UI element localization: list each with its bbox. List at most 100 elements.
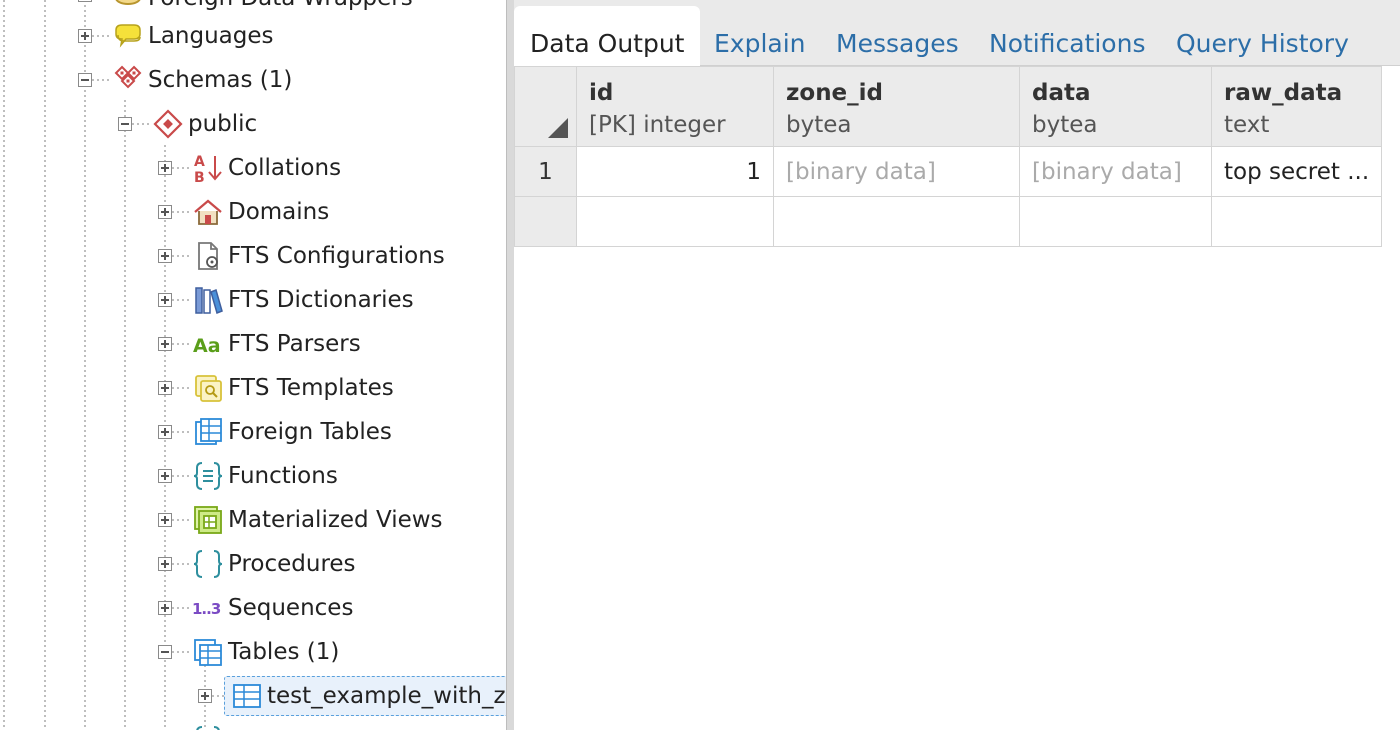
fts-parser-icon: Aa <box>192 328 224 360</box>
tree-item-functions[interactable]: Functions <box>192 456 338 496</box>
cell-empty[interactable] <box>1210 196 1383 247</box>
query-results-panel: Data Output Explain Messages Notificatio… <box>514 0 1400 730</box>
column-header-zone-id[interactable]: zone_id bytea <box>773 66 1020 147</box>
tree-item-materialized-views[interactable]: Materialized Views <box>192 500 443 540</box>
tree-item-public[interactable]: public <box>152 104 257 144</box>
expand-foreign-tables[interactable] <box>158 425 172 439</box>
tree-item-label: Schemas (1) <box>148 67 293 93</box>
panel-splitter[interactable] <box>506 0 514 730</box>
tab-data-output[interactable]: Data Output <box>514 6 701 66</box>
expand-functions[interactable] <box>158 469 172 483</box>
collapse-public[interactable] <box>118 117 132 131</box>
expand-fts-parsers[interactable] <box>158 337 172 351</box>
cell-zone-id[interactable]: [binary data] <box>773 146 1020 197</box>
tree-item-fts-templates[interactable]: FTS Templates <box>192 368 394 408</box>
tree-item-domains[interactable]: Domains <box>192 192 329 232</box>
domain-icon <box>192 196 224 228</box>
cell-empty[interactable] <box>576 196 774 247</box>
schema-icon <box>152 108 184 140</box>
expand-fts-configurations[interactable] <box>158 249 172 263</box>
table-row-empty <box>514 196 1383 247</box>
column-type: bytea <box>786 112 852 138</box>
language-icon <box>112 20 144 52</box>
tree-item-label: Tables (1) <box>228 639 340 665</box>
expand-foreign-data-wrappers[interactable] <box>78 0 92 2</box>
tree-item-fts-configurations[interactable]: FTS Configurations <box>192 236 445 276</box>
tree-item-label: Sequences <box>228 595 354 621</box>
cell-empty[interactable] <box>1019 196 1212 247</box>
sequence-icon: 1..3 <box>192 592 224 624</box>
tree-item-label: FTS Templates <box>228 375 394 401</box>
cell-empty[interactable] <box>773 196 1020 247</box>
cell-id[interactable]: 1 <box>576 146 774 197</box>
svg-text:A: A <box>194 154 205 170</box>
svg-text:B: B <box>194 170 205 184</box>
foreign-data-wrapper-icon <box>112 0 144 14</box>
tree-item-label: Functions <box>228 463 338 489</box>
collapse-schemas[interactable] <box>78 73 92 87</box>
expand-sequences[interactable] <box>158 601 172 615</box>
fts-template-icon <box>192 372 224 404</box>
cell-raw-data[interactable]: top secret ... <box>1210 146 1383 197</box>
schemas-icon <box>112 64 144 96</box>
tree-item-label: FTS Parsers <box>228 331 361 357</box>
tree-item-test-table[interactable]: test_example_with_zc <box>224 676 506 716</box>
cell-data[interactable]: [binary data] <box>1019 146 1212 197</box>
function-icon <box>192 460 224 492</box>
tree-item-label: test_example_with_zc <box>267 683 506 709</box>
foreign-table-icon <box>192 416 224 448</box>
tree-item-label: Languages <box>148 23 274 49</box>
tab-notifications[interactable]: Notifications <box>989 6 1145 66</box>
column-header-data[interactable]: data bytea <box>1019 66 1212 147</box>
tree-item-foreign-tables[interactable]: Foreign Tables <box>192 412 392 452</box>
tree-item-label: Domains <box>228 199 330 225</box>
tree-item-label: Collations <box>228 155 342 181</box>
tree-item-fts-parsers[interactable]: Aa FTS Parsers <box>192 324 361 364</box>
table-row: 1 1 [binary data] [binary data] top secr… <box>514 146 1383 197</box>
collation-icon: A B <box>192 152 224 184</box>
tab-explain[interactable]: Explain <box>714 6 806 66</box>
tree-item-schemas[interactable]: Schemas (1) <box>112 60 292 100</box>
expand-procedures[interactable] <box>158 557 172 571</box>
tree-item-procedures[interactable]: Procedures <box>192 544 356 584</box>
expand-fts-dictionaries[interactable] <box>158 293 172 307</box>
svg-text:Aa: Aa <box>193 335 221 357</box>
tree-item-label: public <box>188 111 258 137</box>
tree-item-label: Foreign Tables <box>228 419 392 445</box>
expand-test-table[interactable] <box>198 689 212 703</box>
column-header-id[interactable]: id [PK] integer <box>576 66 774 147</box>
browser-tree-panel: Foreign Data Wrappers Languages Schemas … <box>0 0 506 730</box>
column-name: id <box>589 80 614 106</box>
tree-item-fts-dictionaries[interactable]: FTS Dictionaries <box>192 280 414 320</box>
tree-item-sequences[interactable]: 1..3 Sequences <box>192 588 353 628</box>
tree-item-languages[interactable]: Languages <box>112 16 274 56</box>
tree-item-collations[interactable]: A B Collations <box>192 148 341 188</box>
fts-dictionary-icon <box>192 284 224 316</box>
results-tab-bar: Data Output Explain Messages Notificatio… <box>514 0 1400 66</box>
expand-collations[interactable] <box>158 161 172 175</box>
materialized-view-icon <box>192 504 224 536</box>
tree-item-tables[interactable]: Tables (1) <box>192 632 339 672</box>
trigger-function-icon <box>192 724 224 730</box>
expand-domains[interactable] <box>158 205 172 219</box>
tab-messages[interactable]: Messages <box>836 6 959 66</box>
row-number[interactable]: 1 <box>514 146 577 197</box>
expand-languages[interactable] <box>78 29 92 43</box>
tree-item-label: Procedures <box>228 551 356 577</box>
svg-text:1..3: 1..3 <box>192 600 221 618</box>
select-all-corner[interactable] <box>514 66 577 147</box>
column-type: text <box>1224 112 1270 138</box>
tree-item-label: Foreign Data Wrappers <box>148 0 413 11</box>
tree-item-label: FTS Dictionaries <box>228 287 414 313</box>
expand-materialized-views[interactable] <box>158 513 172 527</box>
column-name: raw_data <box>1224 80 1343 106</box>
row-number-empty[interactable] <box>514 196 577 247</box>
collapse-tables[interactable] <box>158 645 172 659</box>
tables-icon <box>192 636 224 668</box>
expand-fts-templates[interactable] <box>158 381 172 395</box>
table-icon <box>231 680 263 712</box>
corner-triangle-icon <box>548 118 568 138</box>
column-header-raw-data[interactable]: raw_data text <box>1210 66 1383 147</box>
tab-query-history[interactable]: Query History <box>1176 6 1349 66</box>
tree-item-partial <box>192 720 228 730</box>
